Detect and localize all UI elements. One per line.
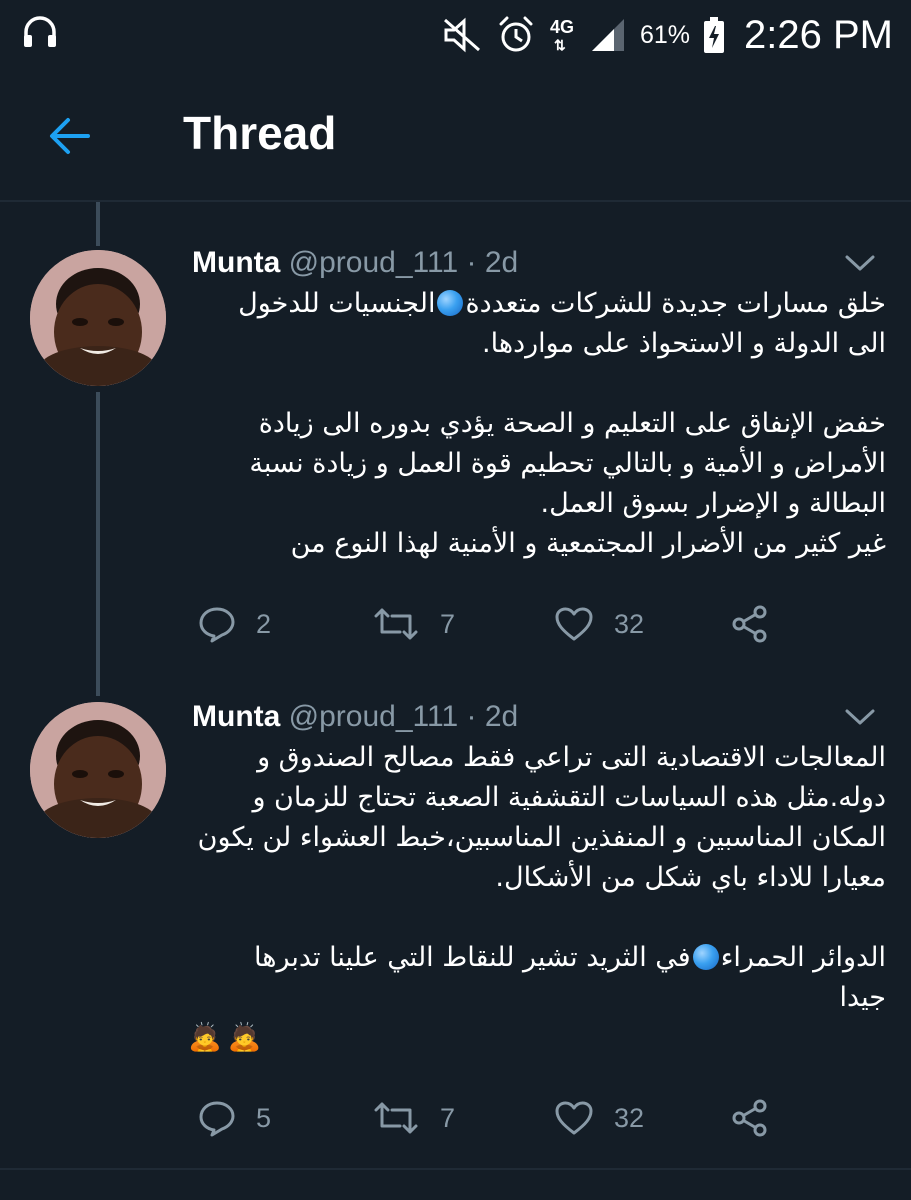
tweet-line: معيارا للاداء باي شكل من الأشكال. [495,862,886,893]
chevron-down-icon [845,709,875,725]
app-bar: Thread [0,70,911,200]
battery-charging-icon [704,17,725,53]
author-name[interactable]: Munta [192,700,280,733]
tweet-line: المعالجات الاقتصادية التى تراعي فقط مصال… [257,742,886,773]
like-button[interactable]: 32 [554,602,644,646]
retweet-button[interactable]: 7 [372,602,455,646]
signal-icon [590,17,626,53]
tweet-line: المكان المناسبين و المنفذين المناسبين،خب… [197,822,886,853]
reply-icon [199,1101,235,1137]
tweet-line: غير كثير من الأضرار المجتمعية و الأمنية … [290,528,886,559]
reply-button[interactable]: 2 [198,602,271,646]
retweet-icon [374,1102,418,1134]
heart-icon [555,607,593,641]
tweet-line: خلق مسارات جديدة للشركات متعددةالجنسيات … [238,288,886,319]
tweet-header: Munta @proud_111 · 2d [192,246,518,280]
tweet-text: خلق مسارات جديدة للشركات متعددةالجنسيات … [188,284,886,564]
retweet-icon [374,608,418,640]
battery-percent: 61% [639,20,691,49]
author-handle[interactable]: @proud_111 [289,246,458,279]
avatar[interactable] [30,250,166,386]
tweet-line: البطالة و الإضرار بسوق العمل. [540,488,886,519]
clock: 2:26 PM [744,12,893,57]
tweet-emoji-line: 🙇 🙇 [188,1018,886,1058]
bottom-divider [0,1168,911,1170]
tweet-menu-button[interactable] [843,248,877,278]
author-handle[interactable]: @proud_111 [289,700,458,733]
tweet-line: الدوائر الحمراءفي الثريد تشير للنقاط الت… [254,942,886,973]
share-button[interactable] [730,602,770,646]
heart-icon [555,1101,593,1135]
header-separator: · [466,246,477,279]
page-title: Thread [183,107,337,159]
tweet-header: Munta @proud_111 · 2d [192,700,518,734]
reply-count: 2 [256,608,272,639]
tweet-actions: 5 7 32 [192,1096,792,1140]
headphones-icon [20,12,60,56]
header-separator: · [466,700,477,733]
tweet-time: 2d [484,700,519,733]
share-icon [732,605,767,643]
tweet-time: 2d [484,246,519,279]
share-icon [732,1099,767,1137]
bowing-person-emoji-icon: 🙇 [188,1022,222,1053]
alarm-icon [496,15,536,55]
like-count: 32 [614,1102,645,1133]
share-button[interactable] [730,1096,770,1140]
tweet-line: الأمراض و الأمية و بالتالي تحطيم قوة الع… [249,448,886,479]
back-arrow-icon [50,118,90,154]
mute-icon [442,17,482,53]
reply-icon [199,607,235,643]
tweet-line: خفض الإنفاق على التعليم و الصحة يؤدي بدو… [258,408,886,439]
tweet-menu-button[interactable] [843,702,877,732]
like-count: 32 [614,608,645,639]
like-button[interactable]: 32 [554,1096,644,1140]
tweet-text: المعالجات الاقتصادية التى تراعي فقط مصال… [188,738,886,1058]
blue-circle-emoji-icon [437,290,464,316]
reply-count: 5 [256,1102,272,1133]
retweet-count: 7 [440,608,456,639]
chevron-down-icon [845,255,875,271]
reply-button[interactable]: 5 [198,1096,271,1140]
tweet-line: الى الدولة و الاستحواذ على مواردها. [482,328,886,359]
app-bar-divider [0,200,911,202]
retweet-button[interactable]: 7 [372,1096,455,1140]
status-bar: 4G ⇅ 61% 2:26 PM [0,0,911,70]
thread-line-middle [96,392,100,696]
thread-line-top [96,202,100,246]
tweet-line: دوله.مثل هذه السياسات التقشفية الصعبة تح… [252,782,886,813]
tweet-line: جيدا [839,982,886,1013]
blue-circle-emoji-icon [692,944,719,970]
bowing-person-emoji-icon: 🙇 [227,1022,262,1053]
author-name[interactable]: Munta [192,246,280,279]
tweet-actions: 2 7 32 [192,602,792,646]
back-button[interactable] [40,108,100,164]
retweet-count: 7 [440,1102,456,1133]
avatar[interactable] [30,702,166,838]
network-type-indicator: 4G ⇅ [549,17,574,53]
